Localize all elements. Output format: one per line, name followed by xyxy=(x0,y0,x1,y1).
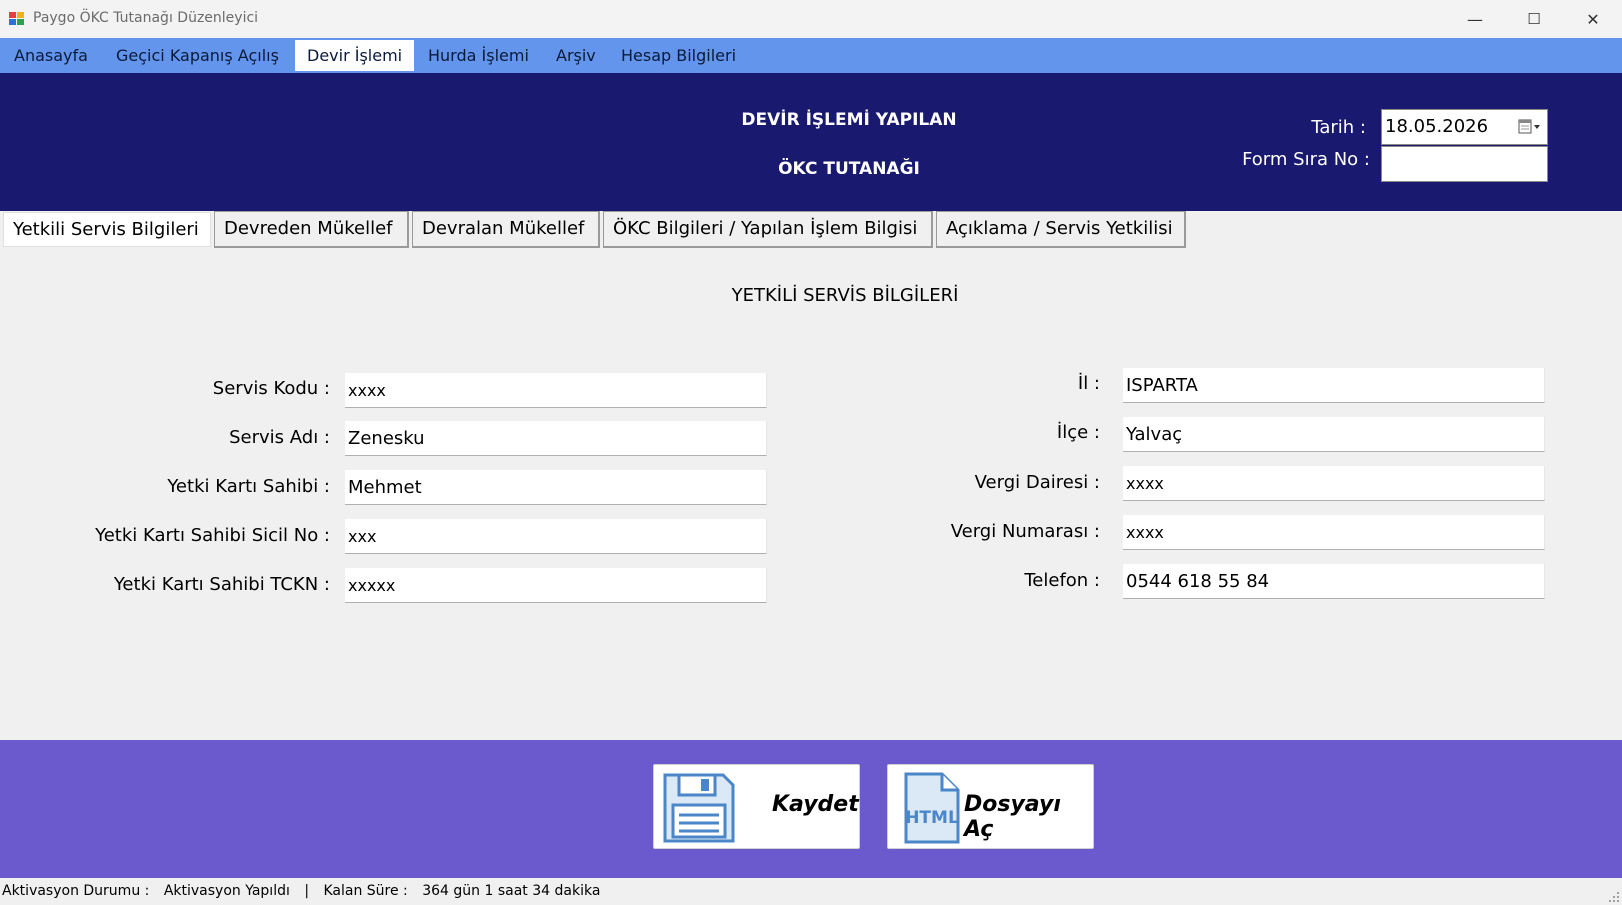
tab-devralan-mukellef[interactable]: Devralan Mükellef xyxy=(412,211,600,248)
remaining-time-value: 364 gün 1 saat 34 dakika xyxy=(422,883,601,899)
title-bar: Paygo ÖKC Tutanağı Düzenleyici — ☐ ✕ xyxy=(0,0,1622,38)
servis-kodu-label: Servis Kodu : xyxy=(212,378,330,399)
header-band: DEVİR İŞLEMİ YAPILAN ÖKC TUTANAĞI Tarih … xyxy=(0,73,1622,211)
servis-adi-label: Servis Adı : xyxy=(229,427,330,448)
status-bar: Aktivasyon Durumu : Aktivasyon Yapıldı |… xyxy=(0,878,1622,905)
form-no-label: Form Sıra No : xyxy=(1242,149,1370,170)
section-title: YETKİLİ SERVİS BİLGİLERİ xyxy=(731,285,959,306)
menu-bar: Anasayfa Geçici Kapanış Açılış Devir İşl… xyxy=(0,38,1622,73)
menu-item-arsiv[interactable]: Arşiv xyxy=(544,40,608,71)
vergi-numarasi-label: Vergi Numarası : xyxy=(950,521,1100,542)
vergi-numarasi-input[interactable]: xxxx xyxy=(1123,515,1545,550)
yetki-karti-sahibi-label: Yetki Kartı Sahibi : xyxy=(167,476,330,497)
date-value: 18.05.2026 xyxy=(1385,116,1489,137)
ilce-input[interactable]: Yalvaç xyxy=(1123,417,1545,452)
status-separator: | xyxy=(304,883,310,899)
header-title-line1: DEVİR İŞLEMİ YAPILAN xyxy=(741,110,957,130)
remaining-time-label: Kalan Süre : xyxy=(323,883,408,899)
maximize-button[interactable]: ☐ xyxy=(1506,0,1562,38)
activation-status-value: Aktivasyon Yapıldı xyxy=(163,883,290,899)
menu-item-hesap-bilgileri[interactable]: Hesap Bilgileri xyxy=(609,40,748,71)
date-label: Tarih : xyxy=(1311,117,1366,138)
header-title-line2: ÖKC TUTANAĞI xyxy=(778,159,920,179)
window-title: Paygo ÖKC Tutanağı Düzenleyici xyxy=(33,10,259,26)
tab-aciklama-servis[interactable]: Açıklama / Servis Yetkilisi xyxy=(936,211,1186,248)
resize-grip-icon[interactable] xyxy=(1606,889,1620,903)
form-no-input[interactable] xyxy=(1381,146,1548,182)
calendar-icon[interactable] xyxy=(1517,118,1543,136)
telefon-label: Telefon : xyxy=(1024,570,1100,591)
app-icon xyxy=(9,12,24,25)
tab-devreden-mukellef[interactable]: Devreden Mükellef xyxy=(214,211,409,248)
tckn-input[interactable]: xxxxx xyxy=(345,568,767,603)
ilce-label: İlçe : xyxy=(1056,422,1100,443)
tab-okc-bilgileri[interactable]: ÖKC Bilgileri / Yapılan İşlem Bilgisi xyxy=(603,211,933,248)
menu-item-hurda-islemi[interactable]: Hurda İşlemi xyxy=(416,40,541,71)
html-file-icon: HTML xyxy=(904,772,960,844)
vergi-dairesi-label: Vergi Dairesi : xyxy=(974,472,1100,493)
save-button[interactable]: Kaydet xyxy=(653,764,860,849)
save-button-label: Kaydet xyxy=(772,792,859,817)
tab-yetkili-servis[interactable]: Yetkili Servis Bilgileri xyxy=(3,212,211,247)
close-button[interactable]: ✕ xyxy=(1565,0,1621,38)
il-input[interactable]: ISPARTA xyxy=(1123,368,1545,403)
minimize-button[interactable]: — xyxy=(1447,0,1503,38)
sicil-no-input[interactable]: xxx xyxy=(345,519,767,554)
html-icon-text: HTML xyxy=(905,808,959,828)
menu-item-devir-islemi[interactable]: Devir İşlemi xyxy=(295,40,415,71)
tckn-label: Yetki Kartı Sahibi TCKN : xyxy=(113,574,330,595)
il-label: İl : xyxy=(1077,373,1100,394)
telefon-input[interactable]: 0544 618 55 84 xyxy=(1123,564,1545,599)
floppy-disk-icon xyxy=(663,773,735,843)
servis-kodu-input[interactable]: xxxx xyxy=(345,373,767,408)
yetki-karti-sahibi-input[interactable]: Mehmet xyxy=(345,470,767,505)
servis-adi-input[interactable]: Zenesku xyxy=(345,421,767,456)
vergi-dairesi-input[interactable]: xxxx xyxy=(1123,466,1545,501)
open-file-button[interactable]: HTML Dosyayı Aç xyxy=(887,764,1094,849)
footer-band: Kaydet HTML Dosyayı Aç xyxy=(0,740,1622,878)
activation-status-label: Aktivasyon Durumu : xyxy=(2,883,150,899)
menu-item-gecici-kapanis[interactable]: Geçici Kapanış Açılış xyxy=(104,40,291,71)
sicil-no-label: Yetki Kartı Sahibi Sicil No : xyxy=(95,525,330,546)
open-file-button-label: Dosyayı Aç xyxy=(964,792,1061,842)
menu-item-anasayfa[interactable]: Anasayfa xyxy=(2,40,100,71)
date-picker[interactable]: 18.05.2026 xyxy=(1381,109,1548,145)
